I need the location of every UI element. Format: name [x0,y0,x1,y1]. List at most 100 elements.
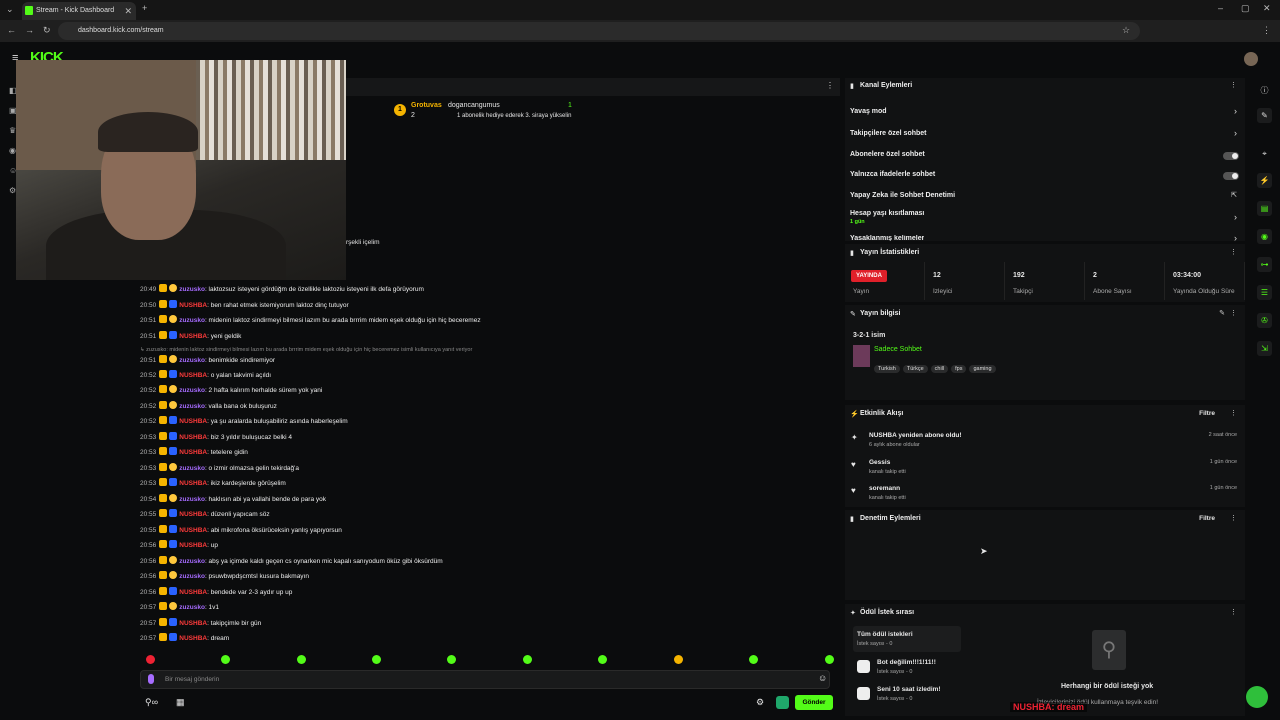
chat-menu-icon[interactable]: ⋮ [826,81,834,90]
chat-username[interactable]: zuzusko [179,317,205,324]
tag-chip[interactable]: fps [951,365,967,373]
moderation-filter-button[interactable]: Filtre [1199,515,1215,522]
rewards-menu-icon[interactable]: ⋮ [1230,608,1237,616]
row-abone-sohbet[interactable]: Abonelere özel sohbet [850,151,925,158]
tag-chip[interactable]: Türkçe [902,365,928,373]
kanal-menu-icon[interactable]: ⋮ [1230,81,1237,89]
activity-filter-button[interactable]: Filtre [1199,410,1215,417]
chat-username[interactable]: zuzusko [179,604,205,611]
chevron-right-icon[interactable]: › [1234,128,1237,138]
maximize-icon[interactable]: ▢ [1241,3,1250,14]
quick-emote-icon[interactable] [776,696,789,709]
tag-chip[interactable]: Turkish [874,365,900,373]
reward-name[interactable]: Seni 10 saat izledim! [877,686,941,693]
chat-username[interactable]: NUSHBA [179,333,207,340]
send-button[interactable]: Gönder [795,695,833,710]
message-input[interactable]: Bir mesaj gönderin [140,670,830,689]
chat-username[interactable]: zuzusko [179,387,205,394]
chat-username[interactable]: NUSHBA [179,542,207,549]
new-tab-icon[interactable]: + [142,3,147,13]
stats-menu-icon[interactable]: ⋮ [1230,248,1237,256]
gifter-name-2[interactable]: dogancangumus [448,102,648,109]
row-yasak-kelime[interactable]: Yasaklanmış kelimeler [850,235,924,241]
abone-toggle[interactable] [1223,152,1239,160]
emote-icon[interactable] [523,655,532,664]
emote-icon[interactable] [146,655,155,664]
edit-icon[interactable]: ✎ [1257,108,1272,123]
forward-icon[interactable]: → [25,25,34,35]
moderation-menu-icon[interactable]: ⋮ [1230,514,1237,522]
chat-username[interactable]: NUSHBA [179,418,207,425]
minimize-icon[interactable]: – [1218,3,1223,13]
share-tool-icon[interactable]: ⇲ [1257,341,1272,356]
chat-username[interactable]: zuzusko [179,286,205,293]
emote-icon[interactable] [598,655,607,664]
chat-username[interactable]: NUSHBA [179,511,207,518]
emote-icon[interactable] [372,655,381,664]
chevron-right-icon[interactable]: › [1234,106,1237,116]
calendar-icon[interactable]: ▦ [176,697,185,708]
chat-username[interactable]: NUSHBA [179,620,207,627]
window-close-icon[interactable]: ✕ [1263,3,1271,14]
edit-info-icon[interactable]: ✎ [1219,309,1225,317]
avatar[interactable] [1244,52,1258,66]
browser-tab[interactable]: Stream - Kick Dashboard ✕ [22,2,136,20]
tab-menu-icon[interactable]: ⌄ [6,4,14,15]
reward-name[interactable]: Tüm ödül istekleri [857,631,913,638]
info-menu-icon[interactable]: ⋮ [1230,309,1237,317]
url-field[interactable]: dashboard.kick.com/stream [58,22,1140,40]
row-hesap-yasi[interactable]: Hesap yaşı kısıtlaması [850,210,924,217]
chat-username[interactable]: zuzusko [179,558,205,565]
page-tool-icon[interactable]: ▤ [1257,201,1272,216]
chat-username[interactable]: NUSHBA [179,302,207,309]
chat-username[interactable]: zuzusko [179,465,205,472]
browser-menu-icon[interactable]: ⋮ [1262,25,1271,36]
chat-username[interactable]: NUSHBA [179,635,207,642]
emote-icon[interactable] [825,655,834,664]
chat-username[interactable]: NUSHBA [179,372,207,379]
emoji-icon[interactable]: ☺ [818,673,827,683]
chat-username[interactable]: NUSHBA [179,449,207,456]
chat-tools-icon[interactable]: ⚲∞ [145,697,158,708]
chat-username[interactable]: NUSHBA [179,480,207,487]
tag-chip[interactable]: gaming [969,365,996,373]
bookmark-star-icon[interactable]: ☆ [1122,25,1130,36]
mic-icon[interactable] [148,674,154,684]
chat-username[interactable]: NUSHBA [179,434,207,441]
crosshair-icon[interactable]: ⌖ [1257,146,1272,161]
category-name[interactable]: Sadece Sohbet [874,346,922,353]
reload-icon[interactable]: ↻ [43,25,51,36]
chevron-right-icon[interactable]: › [1234,212,1237,222]
reward-name[interactable]: Bot değilim!!!1!11!! [877,659,936,666]
gifter-name[interactable]: Grotuvas [411,102,442,109]
chevron-right-icon[interactable]: › [1234,233,1237,241]
row-ifade-sohbet[interactable]: Yalnızca ifadelerle sohbet [850,171,935,178]
chat-username[interactable]: zuzusko [179,403,205,410]
link-tool-icon[interactable]: ⊶ [1257,257,1272,272]
activity-menu-icon[interactable]: ⋮ [1230,409,1237,417]
info-icon[interactable]: ⓘ [1257,83,1272,98]
row-yavas-mod[interactable]: Yavaş mod [850,108,887,115]
emote-icon[interactable] [221,655,230,664]
chat-tool-icon[interactable]: ◉ [1257,229,1272,244]
row-ai-denetim[interactable]: Yapay Zeka ile Sohbet Denetimi [850,192,955,199]
emote-icon[interactable] [297,655,306,664]
row-takipci-sohbet[interactable]: Takipçilere özel sohbet [850,130,927,137]
list-tool-icon[interactable]: ☰ [1257,285,1272,300]
bolt-tool-icon[interactable]: ⚡ [1257,173,1272,188]
ifade-toggle[interactable] [1223,172,1239,180]
emote-icon[interactable] [674,655,683,664]
chat-username[interactable]: zuzusko [179,496,205,503]
tag-chip[interactable]: chill [930,365,949,373]
emote-icon[interactable] [749,655,758,664]
close-tab-icon[interactable]: ✕ [124,2,132,20]
back-icon[interactable]: ← [7,25,16,35]
chat-username[interactable]: zuzusko [179,573,205,580]
wrench-tool-icon[interactable]: ✇ [1257,313,1272,328]
kick-action-button[interactable] [1246,686,1268,708]
chat-settings-icon[interactable]: ⚙ [756,697,764,708]
chat-username[interactable]: zuzusko [179,357,205,364]
external-link-icon[interactable]: ⇱ [1231,191,1237,199]
chat-username[interactable]: NUSHBA [179,589,207,596]
emote-icon[interactable] [447,655,456,664]
